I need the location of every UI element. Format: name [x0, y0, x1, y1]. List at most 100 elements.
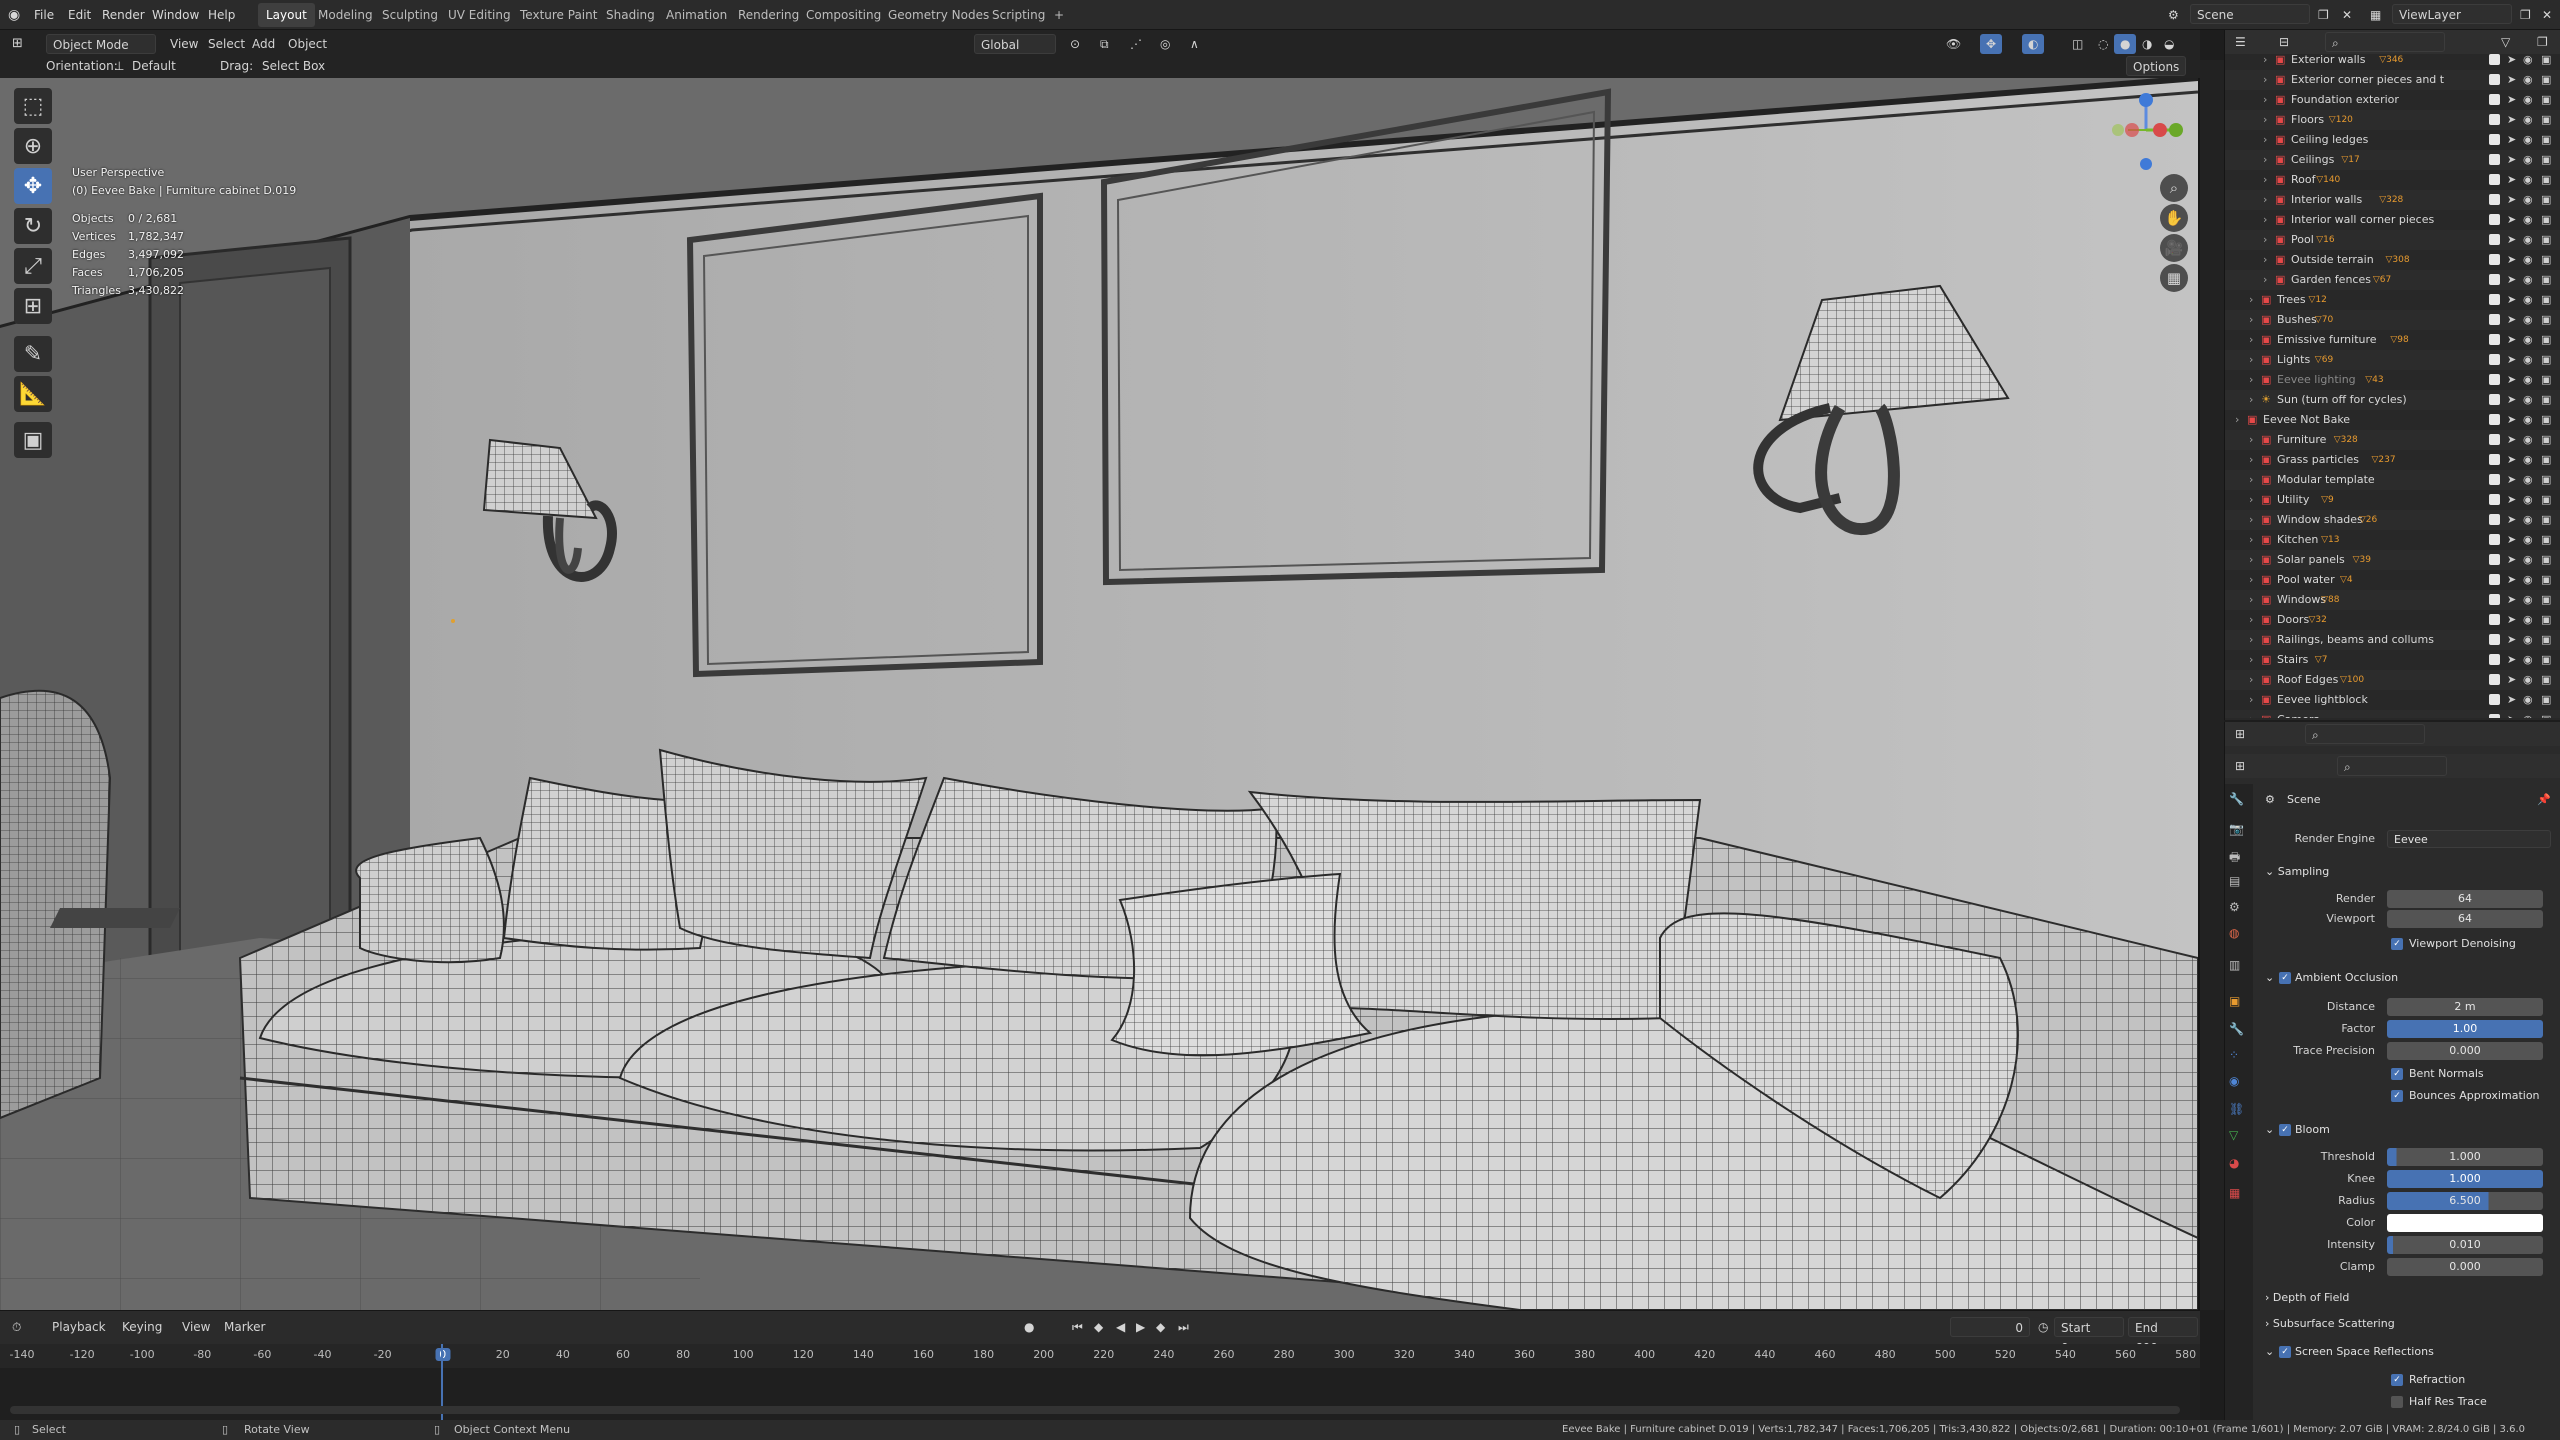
eye-icon[interactable]: ◉ — [2523, 170, 2533, 190]
render-visibility-icon[interactable]: ▣ — [2541, 630, 2551, 650]
bloom-knee-field[interactable]: 1.000 — [2387, 1170, 2543, 1188]
exclude-checkbox[interactable] — [2489, 534, 2500, 545]
menu-render[interactable]: Render — [102, 0, 145, 30]
eye-icon[interactable]: ◉ — [2523, 390, 2533, 410]
selectable-icon[interactable]: ➤ — [2507, 110, 2516, 130]
outliner-row[interactable]: › ▣ Outside terrain ▽308 ➤ ◉ ▣ — [2225, 250, 2560, 270]
expand-arrow-icon[interactable]: › — [2249, 570, 2253, 590]
exclude-checkbox[interactable] — [2489, 74, 2500, 85]
shading-solid-icon[interactable]: ● — [2114, 34, 2137, 54]
scale-tool-icon[interactable]: ⤢ — [14, 248, 52, 284]
render-visibility-icon[interactable]: ▣ — [2541, 550, 2551, 570]
editor-type-icon[interactable]: ⊞ — [6, 34, 29, 54]
render-visibility-icon[interactable]: ▣ — [2541, 470, 2551, 490]
tab-modeling[interactable]: Modeling — [310, 3, 381, 27]
expand-arrow-icon[interactable]: › — [2263, 250, 2267, 270]
outliner-row[interactable]: › ▣ Ceilings ▽17 ➤ ◉ ▣ — [2225, 150, 2560, 170]
selectable-icon[interactable]: ➤ — [2507, 670, 2516, 690]
prev-keyframe-icon[interactable]: ◆ — [1088, 1317, 1109, 1337]
select-tool-icon[interactable]: ⬚ — [14, 88, 52, 124]
eye-icon[interactable]: ◉ — [2523, 690, 2533, 710]
shading-wireframe-icon[interactable]: ◌ — [2092, 34, 2114, 54]
tab-layout[interactable]: Layout — [258, 3, 315, 27]
expand-arrow-icon[interactable]: › — [2249, 690, 2253, 710]
eye-icon[interactable]: ◉ — [2523, 470, 2533, 490]
tab-animation[interactable]: Animation — [658, 3, 735, 27]
bloom-checkbox[interactable]: ✓ — [2279, 1124, 2291, 1136]
render-visibility-icon[interactable]: ▣ — [2541, 410, 2551, 430]
selectable-icon[interactable]: ➤ — [2507, 510, 2516, 530]
editor-type-outliner-icon[interactable]: ☰ — [2229, 32, 2252, 52]
eye-icon[interactable]: ◉ — [2523, 610, 2533, 630]
measure-tool-icon[interactable]: 📐 — [14, 376, 52, 412]
selectable-icon[interactable]: ➤ — [2507, 630, 2516, 650]
render-visibility-icon[interactable]: ▣ — [2541, 650, 2551, 670]
menu-help[interactable]: Help — [208, 0, 235, 30]
expand-arrow-icon[interactable]: › — [2249, 530, 2253, 550]
outliner-row[interactable]: › ▣ Stairs ▽7 ➤ ◉ ▣ — [2225, 650, 2560, 670]
render-visibility-icon[interactable]: ▣ — [2541, 210, 2551, 230]
exclude-checkbox[interactable] — [2489, 634, 2500, 645]
record-icon[interactable]: ● — [1018, 1317, 1040, 1337]
eye-icon[interactable]: ◉ — [2523, 90, 2533, 110]
sampling-render-field[interactable]: 64 — [2387, 890, 2543, 908]
outliner-row[interactable]: › ▣ Pool ▽16 ➤ ◉ ▣ — [2225, 230, 2560, 250]
ortho-toggle-icon[interactable]: ▦ — [2160, 264, 2188, 292]
pan-icon[interactable]: ✋ — [2160, 204, 2188, 232]
expand-arrow-icon[interactable]: › — [2249, 510, 2253, 530]
output-tab-icon[interactable]: 🖶 — [2229, 848, 2240, 869]
selectable-icon[interactable]: ➤ — [2507, 130, 2516, 150]
dof-panel-header[interactable]: › Depth of Field — [2265, 1288, 2349, 1308]
falloff-icon[interactable]: ∧ — [1184, 34, 1205, 54]
bloom-radius-field[interactable]: 6.500 — [2387, 1192, 2543, 1210]
selectable-icon[interactable]: ➤ — [2507, 250, 2516, 270]
exclude-checkbox[interactable] — [2489, 694, 2500, 705]
expand-arrow-icon[interactable]: › — [2249, 330, 2253, 350]
bloom-intensity-field[interactable]: 0.010 — [2387, 1236, 2543, 1254]
gizmo-toggle-icon[interactable]: ✥ — [1980, 34, 2003, 54]
render-visibility-icon[interactable]: ▣ — [2541, 110, 2551, 130]
eye-icon[interactable]: ◉ — [2523, 490, 2533, 510]
outliner-row[interactable]: › ▣ Foundation exterior ➤ ◉ ▣ — [2225, 90, 2560, 110]
outliner-row[interactable]: › ▣ Floors ▽120 ➤ ◉ ▣ — [2225, 110, 2560, 130]
expand-arrow-icon[interactable]: › — [2249, 710, 2253, 718]
expand-arrow-icon[interactable]: › — [2263, 90, 2267, 110]
render-visibility-icon[interactable]: ▣ — [2541, 370, 2551, 390]
exclude-checkbox[interactable] — [2489, 254, 2500, 265]
properties-search-input-1[interactable]: ⌕ — [2305, 724, 2425, 744]
ao-distance-field[interactable]: 2 m — [2387, 998, 2543, 1016]
eye-icon[interactable]: ◉ — [2523, 250, 2533, 270]
expand-arrow-icon[interactable]: › — [2263, 110, 2267, 130]
exclude-checkbox[interactable] — [2489, 434, 2500, 445]
ao-panel-header[interactable]: ⌄ — [2265, 968, 2274, 988]
selectable-icon[interactable]: ➤ — [2507, 490, 2516, 510]
exclude-checkbox[interactable] — [2489, 314, 2500, 325]
bent-normals-checkbox[interactable]: ✓ — [2391, 1068, 2403, 1080]
selectable-icon[interactable]: ➤ — [2507, 230, 2516, 250]
render-visibility-icon[interactable]: ▣ — [2541, 430, 2551, 450]
options-button[interactable]: Options — [2126, 56, 2187, 76]
selectable-icon[interactable]: ➤ — [2507, 430, 2516, 450]
render-visibility-icon[interactable]: ▣ — [2541, 690, 2551, 710]
selectable-icon[interactable]: ➤ — [2507, 450, 2516, 470]
outliner-row[interactable]: › ▣ Bushes ▽70 ➤ ◉ ▣ — [2225, 310, 2560, 330]
outliner-row[interactable]: › ▣ Kitchen ▽13 ➤ ◉ ▣ — [2225, 530, 2560, 550]
expand-arrow-icon[interactable]: › — [2249, 650, 2253, 670]
eye-icon[interactable]: ◉ — [2523, 630, 2533, 650]
camera-view-icon[interactable]: 🎥 — [2160, 234, 2188, 262]
expand-arrow-icon[interactable]: › — [2263, 70, 2267, 90]
expand-arrow-icon[interactable]: › — [2235, 410, 2239, 430]
exclude-checkbox[interactable] — [2489, 474, 2500, 485]
timeline-scrollbar[interactable] — [10, 1406, 2180, 1414]
filter-icon[interactable]: ▽ — [2495, 32, 2516, 52]
selectable-icon[interactable]: ➤ — [2507, 350, 2516, 370]
ao-factor-field[interactable]: 1.00 — [2387, 1020, 2543, 1038]
display-mode-icon[interactable]: ⊟ — [2273, 32, 2295, 52]
viewport-denoising-checkbox[interactable]: ✓ — [2391, 938, 2403, 950]
eye-icon[interactable]: ◉ — [2523, 650, 2533, 670]
outliner-row[interactable]: › ▣ Ceiling ledges ➤ ◉ ▣ — [2225, 130, 2560, 150]
outliner-row[interactable]: › ▣ Emissive furniture ▽98 ➤ ◉ ▣ — [2225, 330, 2560, 350]
render-engine-selector[interactable]: Eevee — [2387, 830, 2551, 848]
next-keyframe-icon[interactable]: ◆ — [1150, 1317, 1171, 1337]
pivot-icon[interactable]: ⊙ — [1064, 34, 1086, 54]
